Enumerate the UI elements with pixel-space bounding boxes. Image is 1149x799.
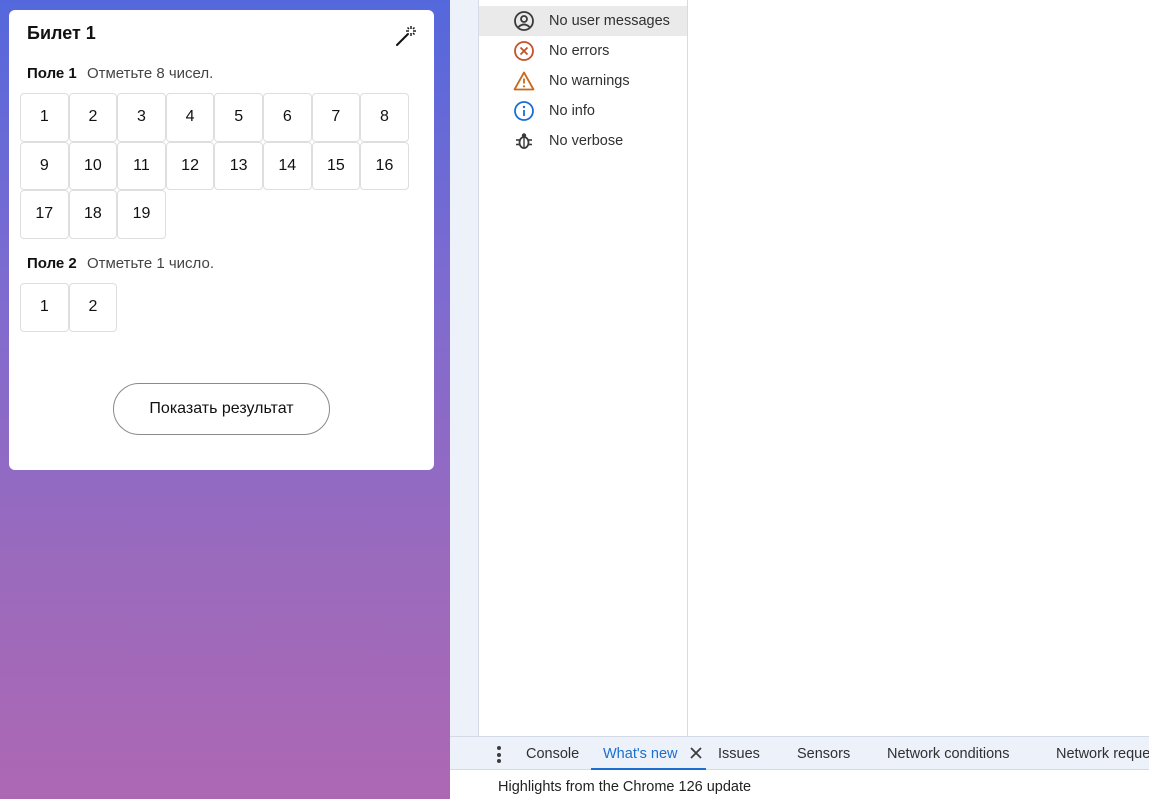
warning-triangle-icon [513, 70, 535, 92]
number-cell[interactable]: 1 [20, 283, 69, 332]
tab-network-request[interactable]: Network reque [1056, 737, 1149, 771]
devtools-panel: No user messages No errors No warnings N… [450, 0, 1149, 799]
number-cell[interactable]: 9 [20, 141, 69, 191]
console-sidebar: No user messages No errors No warnings N… [479, 0, 688, 736]
filter-label: No warnings [549, 73, 630, 89]
filter-warnings[interactable]: No warnings [479, 66, 687, 96]
field2-hint: Отметьте 1 число. [86, 255, 214, 272]
console-messages-area [688, 0, 1149, 736]
more-options-icon[interactable] [496, 746, 502, 764]
filter-user-messages[interactable]: No user messages [479, 6, 687, 36]
number-cell[interactable]: 11 [117, 141, 166, 191]
number-cell[interactable]: 17 [20, 190, 69, 239]
number-cell[interactable]: 18 [68, 190, 118, 239]
number-cell[interactable]: 1 [20, 93, 69, 142]
number-cell[interactable]: 10 [68, 141, 118, 191]
filter-info[interactable]: No info [479, 96, 687, 126]
info-circle-icon [513, 100, 535, 122]
filter-errors[interactable]: No errors [479, 36, 687, 66]
number-cell[interactable]: 14 [262, 141, 312, 191]
bug-icon [513, 130, 535, 152]
number-cell[interactable]: 7 [311, 93, 361, 142]
drawer-tab-bar: Console What's new Issues Sensors Networ… [450, 736, 1149, 770]
number-cell[interactable]: 13 [214, 141, 263, 191]
tab-issues[interactable]: Issues [718, 737, 760, 771]
app-viewport: Билет 1 Поле 1 Отметьте 8 чисел. 1234567… [0, 0, 450, 799]
filter-verbose[interactable]: No verbose [479, 126, 687, 156]
number-cell[interactable]: 2 [68, 283, 118, 332]
number-cell[interactable]: 16 [360, 141, 409, 191]
field1-label: Поле 1 Отметьте 8 чисел. [27, 65, 213, 82]
tab-whats-new[interactable]: What's new [603, 737, 678, 771]
ticket-title: Билет 1 [27, 23, 96, 43]
number-cell[interactable]: 12 [165, 141, 215, 191]
filter-label: No errors [549, 43, 610, 59]
number-cell[interactable]: 4 [165, 93, 215, 142]
close-icon[interactable] [688, 745, 704, 761]
number-cell[interactable]: 15 [311, 141, 361, 191]
tab-console[interactable]: Console [526, 737, 579, 771]
filter-label: No info [549, 103, 595, 119]
ticket-card: Билет 1 Поле 1 Отметьте 8 чисел. 1234567… [9, 10, 434, 470]
field1-hint: Отметьте 8 чисел. [86, 65, 214, 82]
number-cell[interactable]: 3 [117, 93, 166, 142]
number-cell[interactable]: 6 [262, 93, 312, 142]
magic-wand-icon[interactable] [394, 24, 418, 48]
filter-label: No verbose [549, 133, 624, 149]
filter-label: No user messages [549, 13, 670, 29]
field1-number-grid: 1 2 3 4 5 6 7 8 9 10 11 12 13 14 15 16 17 18 19 [20, 93, 409, 239]
number-cell[interactable]: 19 [117, 190, 166, 239]
whats-new-panel: Highlights from the Chrome 126 update [450, 770, 1149, 799]
show-result-button[interactable]: Показать результат [113, 383, 330, 435]
field2-label: Поле 2 Отметьте 1 число. [27, 255, 214, 272]
tab-sensors[interactable]: Sensors [797, 737, 850, 771]
number-cell[interactable]: 2 [68, 93, 118, 142]
whats-new-heading: Highlights from the Chrome 126 update [498, 779, 752, 795]
user-circle-icon [513, 10, 535, 32]
field1-name: Поле 1 [27, 65, 77, 82]
field2-name: Поле 2 [27, 255, 77, 272]
tab-network-conditions[interactable]: Network conditions [887, 737, 1010, 771]
number-cell[interactable]: 8 [360, 93, 409, 142]
devtools-gutter [450, 0, 479, 736]
error-circle-icon [513, 40, 535, 62]
number-cell[interactable]: 5 [214, 93, 263, 142]
field2-number-grid: 12 [20, 283, 409, 332]
